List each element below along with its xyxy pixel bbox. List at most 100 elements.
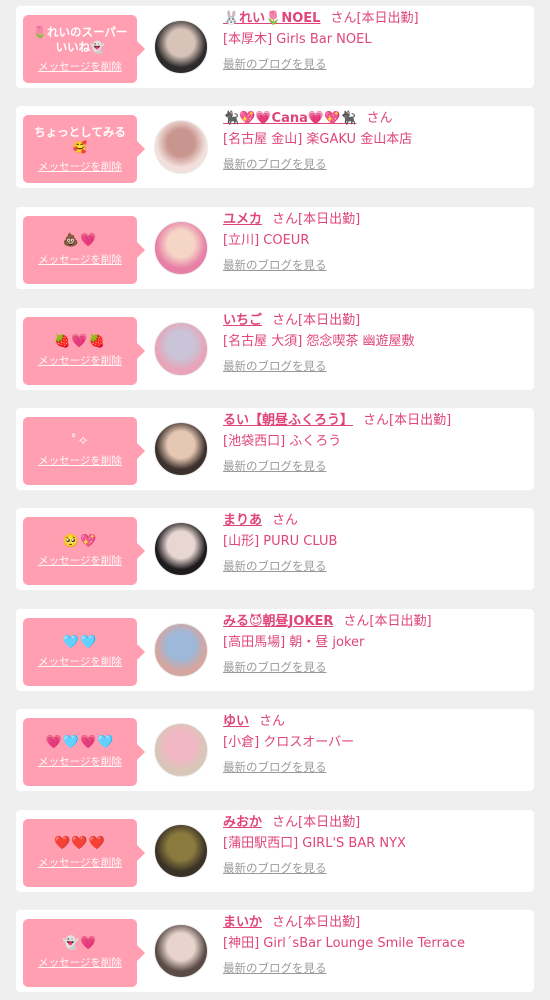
girl-name-link[interactable]: るい【朝昼ふくろう】 (223, 413, 353, 428)
message-text: 🌷れいのスーパー いいね👻 (32, 24, 128, 54)
message-bubble: 🥺💖 メッセージを削除 (23, 517, 145, 585)
name-line: ゆい さん (223, 713, 528, 731)
name-line: まいか さん[本日出勤] (223, 914, 528, 932)
latest-blog-link[interactable]: 最新のブログを見る (223, 558, 327, 574)
message-bubble: ˚✧ メッセージを削除 (23, 417, 145, 485)
shop-label: [神田] Girl´sBar Lounge Smile Terrace (223, 936, 465, 951)
honorific: さん (259, 714, 286, 729)
latest-blog-link[interactable]: 最新のブログを見る (223, 659, 327, 675)
delete-message-link[interactable]: メッセージを削除 (38, 553, 122, 568)
shop-label: [名古屋 金山] 楽GAKU 金山本店 (223, 132, 413, 147)
message-text: ❤️❤️❤️ (54, 836, 106, 851)
girl-name-link[interactable]: みおか (223, 815, 262, 830)
message-text: 🥺💖 (62, 534, 98, 549)
name-line: るい【朝昼ふくろう】 さん[本日出勤] (223, 412, 528, 430)
avatar[interactable] (154, 20, 208, 74)
message-bubble: 💩💗 メッセージを削除 (23, 216, 145, 284)
avatar[interactable] (154, 120, 208, 174)
message-bubble: 👻💗 メッセージを削除 (23, 919, 145, 987)
message-card: ˚✧ メッセージを削除 るい【朝昼ふくろう】 さん[本日出勤] [池袋西口] ふくろう最… (16, 408, 534, 490)
girl-name-link[interactable]: まりあ (223, 513, 262, 528)
girl-name-link[interactable]: 🐈‍⬛💖💗Cana💗💖🐈‍⬛ (223, 111, 356, 126)
shop-label: [蒲田駅西口] GIRL'S BAR NYX (223, 836, 406, 851)
on-duty-badge: [本日出勤] (298, 815, 361, 830)
shop-label: [小倉] クロスオーバー (223, 735, 355, 750)
shop-label: [本厚木] Girls Bar NOEL (223, 32, 372, 47)
profile-info: みる😈朝昼JOKER さん[本日出勤] [高田馬場] 朝・昼 joker 最新のブログ… (223, 613, 528, 675)
delete-message-link[interactable]: メッセージを削除 (38, 59, 122, 74)
honorific: さん (272, 815, 299, 830)
honorific: さん (272, 313, 299, 328)
delete-message-link[interactable]: メッセージを削除 (38, 855, 122, 870)
name-line: まりあ さん (223, 512, 528, 530)
girl-name-link[interactable]: いちご (223, 313, 262, 328)
girl-name-link[interactable]: ゆい (223, 714, 249, 729)
message-card: ❤️❤️❤️ メッセージを削除 みおか さん[本日出勤] [蒲田駅西口] GIRL'S … (16, 810, 534, 892)
name-line: みる😈朝昼JOKER さん[本日出勤] (223, 613, 528, 631)
name-line: 🐰れい🌷NOEL さん[本日出勤] (223, 10, 528, 28)
latest-blog-link[interactable]: 最新のブログを見る (223, 860, 327, 876)
latest-blog-link[interactable]: 最新のブログを見る (223, 759, 327, 775)
girl-name-link[interactable]: 🐰れい🌷NOEL (223, 11, 320, 26)
delete-message-link[interactable]: メッセージを削除 (38, 453, 122, 468)
profile-info: 🐈‍⬛💖💗Cana💗💖🐈‍⬛ さん [名古屋 金山] 楽GAKU 金山本店 最新のブロ… (223, 110, 528, 172)
message-card: ちょっとしてみる 🥰 メッセージを削除 🐈‍⬛💖💗Cana💗💖🐈‍⬛ さん [名古屋 金… (16, 106, 534, 188)
message-bubble: 🍓💗🍓 メッセージを削除 (23, 317, 145, 385)
girl-name-link[interactable]: みる😈朝昼JOKER (223, 614, 333, 629)
delete-message-link[interactable]: メッセージを削除 (38, 955, 122, 970)
message-text: 🍓💗🍓 (54, 334, 106, 349)
latest-blog-link[interactable]: 最新のブログを見る (223, 960, 327, 976)
message-text: 👻💗 (62, 936, 98, 951)
avatar[interactable] (154, 522, 208, 576)
message-bubble: 🌷れいのスーパー いいね👻 メッセージを削除 (23, 15, 145, 83)
message-card: 🌷れいのスーパー いいね👻 メッセージを削除 🐰れい🌷NOEL さん[本日出勤] [本厚… (16, 6, 534, 88)
honorific: さん (272, 915, 299, 930)
avatar[interactable] (154, 221, 208, 275)
avatar[interactable] (154, 623, 208, 677)
message-card: 🩵🩵 メッセージを削除 みる😈朝昼JOKER さん[本日出勤] [高田馬場] 朝・昼 j… (16, 609, 534, 691)
profile-info: いちご さん[本日出勤] [名古屋 大須] 怨念喫茶 幽遊屋敷 最新のブログを見る (223, 312, 528, 374)
shop-label: [山形] PURU CLUB (223, 534, 338, 549)
girl-name-link[interactable]: ユメカ (223, 212, 262, 227)
honorific: さん (272, 513, 299, 528)
honorific: さん (366, 111, 393, 126)
delete-message-link[interactable]: メッセージを削除 (38, 159, 122, 174)
delete-message-link[interactable]: メッセージを削除 (38, 353, 122, 368)
honorific: さん (343, 614, 370, 629)
delete-message-link[interactable]: メッセージを削除 (38, 654, 122, 669)
message-bubble: 🩵🩵 メッセージを削除 (23, 618, 145, 686)
message-card: 💗🩵💗🩵 メッセージを削除 ゆい さん [小倉] クロスオーバー 最新のブログを見る (16, 709, 534, 791)
message-text: 💗🩵💗🩵 (45, 735, 115, 750)
on-duty-badge: [本日出勤] (389, 413, 452, 428)
on-duty-badge: [本日出勤] (356, 11, 419, 26)
message-text: ちょっとしてみる 🥰 (34, 124, 126, 154)
avatar[interactable] (154, 924, 208, 978)
girl-name-link[interactable]: まいか (223, 915, 262, 930)
avatar[interactable] (154, 723, 208, 777)
profile-info: るい【朝昼ふくろう】 さん[本日出勤] [池袋西口] ふくろう 最新のブログを見る (223, 412, 528, 474)
message-card: 🥺💖 メッセージを削除 まりあ さん [山形] PURU CLUB 最新のブログを見る (16, 508, 534, 590)
name-line: みおか さん[本日出勤] (223, 814, 528, 832)
delete-message-link[interactable]: メッセージを削除 (38, 754, 122, 769)
latest-blog-link[interactable]: 最新のブログを見る (223, 257, 327, 273)
avatar[interactable] (154, 422, 208, 476)
shop-label: [高田馬場] 朝・昼 joker (223, 635, 365, 650)
profile-info: まいか さん[本日出勤] [神田] Girl´sBar Lounge Smile T… (223, 914, 528, 976)
message-text: ˚✧ (70, 434, 90, 449)
message-bubble: ちょっとしてみる 🥰 メッセージを削除 (23, 115, 145, 183)
honorific: さん (330, 11, 357, 26)
avatar[interactable] (154, 824, 208, 878)
message-card: 👻💗 メッセージを削除 まいか さん[本日出勤] [神田] Girl´sBar Loun… (16, 910, 534, 992)
latest-blog-link[interactable]: 最新のブログを見る (223, 56, 327, 72)
avatar[interactable] (154, 322, 208, 376)
message-card: 🍓💗🍓 メッセージを削除 いちご さん[本日出勤] [名古屋 大須] 怨念喫茶 幽遊屋敷… (16, 308, 534, 390)
shop-label: [名古屋 大須] 怨念喫茶 幽遊屋敷 (223, 334, 415, 349)
latest-blog-link[interactable]: 最新のブログを見る (223, 458, 327, 474)
message-text: 💩💗 (62, 233, 98, 248)
delete-message-link[interactable]: メッセージを削除 (38, 252, 122, 267)
latest-blog-link[interactable]: 最新のブログを見る (223, 156, 327, 172)
on-duty-badge: [本日出勤] (298, 212, 361, 227)
latest-blog-link[interactable]: 最新のブログを見る (223, 358, 327, 374)
message-text: 🩵🩵 (62, 635, 98, 650)
profile-info: まりあ さん [山形] PURU CLUB 最新のブログを見る (223, 512, 528, 574)
